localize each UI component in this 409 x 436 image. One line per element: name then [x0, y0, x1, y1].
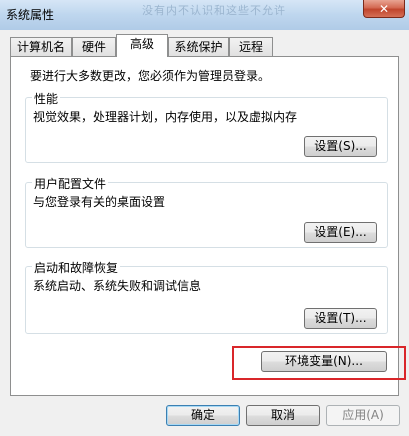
admin-notice: 要进行大多数更改，您必须作为管理员登录。 [30, 69, 271, 83]
startup-recovery-title: 启动和故障恢复 [32, 259, 121, 276]
tab-advanced[interactable]: 高级 [116, 34, 168, 57]
apply-button[interactable]: 应用(A) [326, 405, 400, 426]
system-properties-window: 系统属性 没有内不认识和这些不允许 ✕ 计算机名 硬件 高级 系统保护 远程 要… [0, 0, 409, 436]
performance-title: 性能 [32, 90, 61, 107]
tab-remote[interactable]: 远程 [229, 37, 273, 56]
startup-recovery-description: 系统启动、系统失败和调试信息 [33, 279, 202, 293]
user-profiles-description: 与您登录有关的桌面设置 [33, 195, 166, 209]
performance-settings-button[interactable]: 设置(S)... [304, 136, 377, 157]
title-bar[interactable]: 系统属性 没有内不认识和这些不允许 ✕ [0, 0, 409, 30]
cancel-button[interactable]: 取消 [246, 405, 320, 426]
user-profiles-title: 用户配置文件 [32, 175, 109, 192]
window-title: 系统属性 [6, 8, 55, 22]
ok-button[interactable]: 确定 [166, 405, 240, 426]
user-profiles-settings-button[interactable]: 设置(E)... [304, 222, 377, 243]
tab-system-protection[interactable]: 系统保护 [168, 37, 229, 56]
close-button[interactable]: ✕ [363, 0, 405, 18]
close-icon: ✕ [378, 1, 390, 16]
background-ghost-text: 没有内不认识和这些不允许 [142, 4, 286, 17]
tab-hardware[interactable]: 硬件 [72, 37, 116, 56]
annotation-highlight-box [232, 346, 406, 380]
performance-description: 视觉效果，处理器计划，内存使用，以及虚拟内存 [33, 110, 298, 124]
startup-recovery-settings-button[interactable]: 设置(T)... [304, 308, 377, 329]
tab-computer-name[interactable]: 计算机名 [10, 37, 72, 56]
